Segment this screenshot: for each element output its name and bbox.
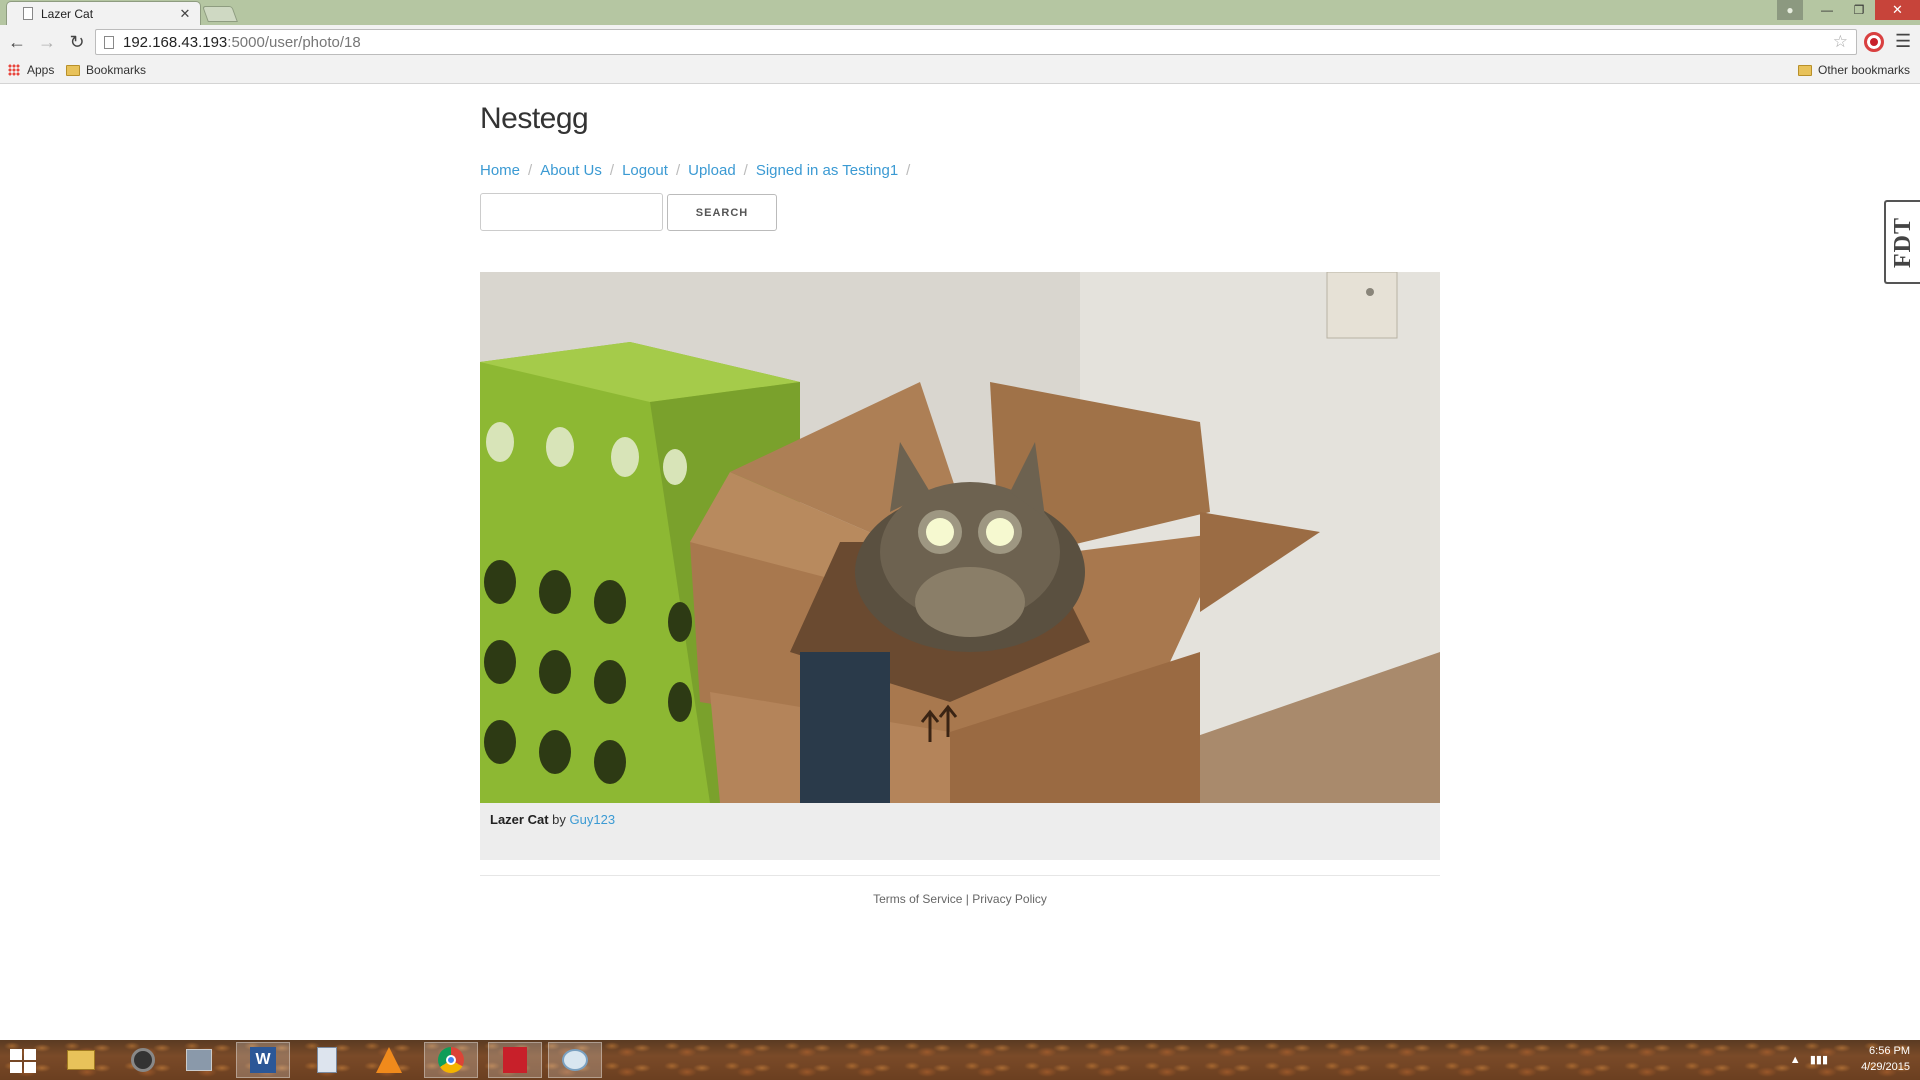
clock-time: 6:56 PM — [1869, 1045, 1910, 1057]
nav-logout[interactable]: Logout — [622, 162, 668, 179]
caption-by: by — [552, 812, 566, 827]
minimize-button[interactable]: — — [1811, 0, 1843, 20]
search-button[interactable]: SEARCH — [667, 194, 777, 231]
site-title: Nestegg — [480, 102, 589, 135]
back-button[interactable]: ← — [4, 29, 30, 55]
taskbar: W ▲ ▮▮▮ 6:56 PM 4/29/2015 — [0, 1040, 1920, 1080]
nav-upload[interactable]: Upload — [688, 162, 736, 179]
footer-separator: | — [965, 892, 969, 906]
chrome-menu-icon[interactable]: ☰ — [1895, 32, 1911, 50]
calculator-icon[interactable] — [300, 1042, 354, 1078]
system-tray-icons[interactable]: ▲ ▮▮▮ — [1790, 1053, 1828, 1066]
nav-separator: / — [906, 162, 911, 179]
page-icon — [104, 35, 114, 49]
address-bar[interactable]: 192.168.43.193:5000/user/photo/18 ☆ — [95, 29, 1857, 55]
side-widget-tab[interactable]: FDT — [1884, 200, 1920, 284]
close-tab-icon[interactable]: ✕ — [178, 6, 192, 22]
nav-home[interactable]: Home — [480, 162, 520, 179]
file-explorer-icon[interactable] — [54, 1042, 108, 1078]
start-button[interactable] — [10, 1049, 36, 1073]
browser-toolbar: ← → ↻ 192.168.43.193:5000/user/photo/18 … — [0, 25, 1920, 59]
clock-date: 4/29/2015 — [1861, 1061, 1910, 1073]
site-nav: Home / About Us / Logout / Upload / Sign… — [480, 162, 918, 179]
window-controls: ● — ❐ ✕ — [1777, 0, 1920, 20]
photo-author-link[interactable]: Guy123 — [570, 812, 616, 827]
bookmarks-label: Bookmarks — [86, 63, 147, 77]
bookmarks-bar: Apps Bookmarks Other bookmarks — [0, 59, 1920, 84]
footer: Terms of Service | Privacy Policy — [480, 892, 1440, 906]
terms-link[interactable]: Terms of Service — [873, 892, 962, 906]
url-path: :5000/user/photo/18 — [227, 33, 361, 51]
search-input[interactable] — [480, 193, 663, 231]
side-widget-label: FDT — [1889, 216, 1916, 268]
nav-separator: / — [743, 162, 748, 179]
user-profile-icon[interactable]: ● — [1777, 0, 1803, 20]
acrobat-icon[interactable] — [488, 1042, 542, 1078]
close-window-button[interactable]: ✕ — [1875, 0, 1920, 20]
clock[interactable]: 6:56 PM 4/29/2015 — [1861, 1043, 1910, 1075]
network-app-icon[interactable] — [172, 1042, 226, 1078]
apps-shortcut[interactable]: Apps — [8, 63, 54, 77]
page-icon — [23, 7, 33, 20]
url-host: 192.168.43.193 — [123, 33, 228, 51]
folder-icon — [1798, 64, 1812, 76]
bookmark-star-icon[interactable]: ☆ — [1833, 32, 1848, 52]
chrome-icon[interactable] — [424, 1042, 478, 1078]
apps-grid-icon — [8, 64, 20, 76]
privacy-link[interactable]: Privacy Policy — [972, 892, 1047, 906]
tab-title: Lazer Cat — [41, 6, 94, 21]
other-bookmarks-label: Other bookmarks — [1818, 63, 1911, 77]
other-bookmarks-folder[interactable]: Other bookmarks — [1798, 63, 1910, 77]
footer-divider — [480, 875, 1440, 876]
word-icon[interactable]: W — [236, 1042, 290, 1078]
photo-card: Lazer Cat by Guy123 — [480, 272, 1440, 860]
nav-about-us[interactable]: About Us — [540, 162, 602, 179]
bookmarks-folder[interactable]: Bookmarks — [66, 63, 146, 77]
apps-label: Apps — [27, 63, 55, 77]
nav-signed-in-user[interactable]: Signed in as Testing1 — [756, 162, 898, 179]
media-app-icon[interactable] — [116, 1042, 170, 1078]
nav-separator: / — [528, 162, 533, 179]
vlc-icon[interactable] — [362, 1042, 416, 1078]
new-tab-button[interactable] — [202, 6, 238, 22]
photo-title: Lazer Cat — [490, 812, 549, 827]
photo-caption: Lazer Cat by Guy123 — [490, 812, 615, 827]
nav-separator: / — [675, 162, 681, 179]
forward-button[interactable]: → — [34, 29, 60, 55]
paint-icon[interactable] — [548, 1042, 602, 1078]
browser-tab[interactable]: Lazer Cat ✕ — [6, 1, 201, 25]
page-content: Nestegg Home / About Us / Logout / Uploa… — [0, 85, 1920, 1040]
restore-button[interactable]: ❐ — [1843, 0, 1875, 20]
photo-image[interactable] — [480, 272, 1440, 803]
reload-button[interactable]: ↻ — [64, 29, 90, 55]
browser-titlebar: Lazer Cat ✕ ● — ❐ ✕ — [0, 0, 1920, 25]
nav-separator: / — [609, 162, 615, 179]
folder-icon — [66, 64, 80, 76]
extension-icon[interactable] — [1864, 32, 1884, 52]
